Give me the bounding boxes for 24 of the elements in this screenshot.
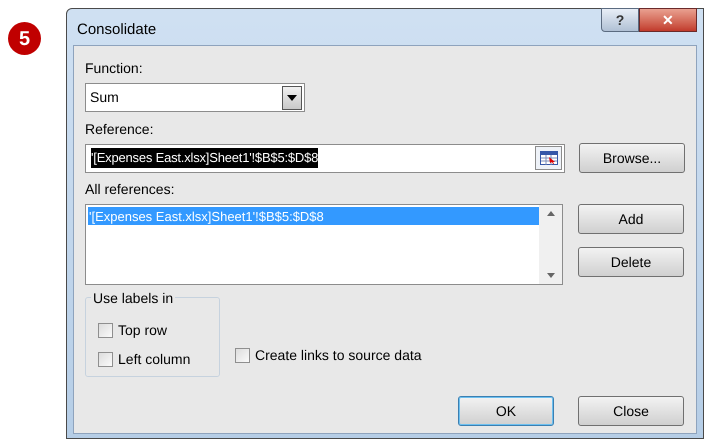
scrollbar[interactable] (539, 205, 562, 284)
checkbox[interactable] (235, 348, 250, 363)
delete-button[interactable]: Delete (578, 247, 684, 277)
function-label: Function: (85, 59, 144, 78)
checkbox[interactable] (98, 352, 113, 367)
reference-value: '[Expenses East.xlsx]Sheet1'!$B$5:$D$8 (91, 148, 318, 168)
dialog-button[interactable]: Close (578, 396, 684, 426)
checkbox-label: Create links to source data (255, 346, 422, 365)
step-badge: 5 (8, 22, 41, 55)
add-button[interactable]: Add (578, 204, 684, 234)
function-dropdown[interactable]: Sum (85, 83, 305, 112)
help-button[interactable]: ? (601, 8, 639, 32)
checkbox-label: Top row (118, 321, 168, 340)
checkbox-label: Left column (118, 350, 190, 369)
reference-field[interactable]: '[Expenses East.xlsx]Sheet1'!$B$5:$D$8 (85, 144, 565, 172)
reference-label: Reference: (85, 120, 154, 139)
scroll-down-icon[interactable] (546, 273, 554, 278)
collapse-dialog-icon[interactable] (535, 146, 562, 170)
scroll-up-icon[interactable] (546, 211, 554, 216)
window-title: Consolidate (77, 20, 156, 40)
dialog-button[interactable]: OK (458, 396, 554, 426)
browse-button[interactable]: Browse... (579, 143, 685, 173)
checkbox[interactable] (98, 323, 113, 338)
all-references-label: All references: (85, 180, 176, 199)
